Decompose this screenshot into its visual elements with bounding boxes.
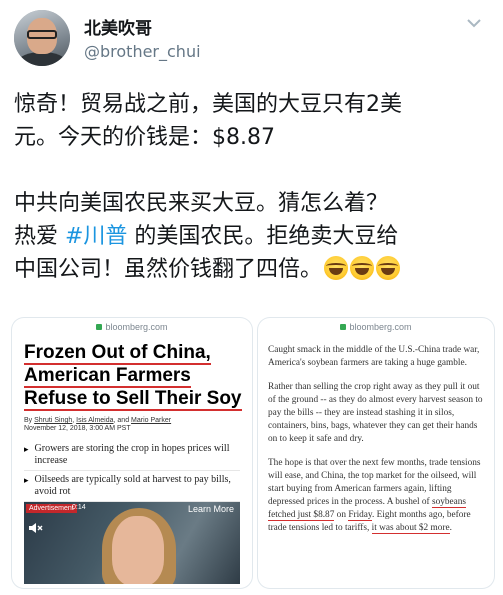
lock-icon [96,324,103,330]
mute-icon[interactable] [28,522,44,534]
tweet-line: 热爱 #川普 的美国农民。拒绝卖大豆给 [14,224,399,249]
article-bullets: ▸ Growers are storing the crop in hopes p… [24,440,240,502]
tweet-line: 中国公司！虽然价钱翻了四倍。 [14,253,494,286]
triangle-icon: ▸ [24,444,29,454]
article-body: Caught smack in the middle of the U.S.-C… [268,344,484,535]
url-bar: bloomberg.com [12,318,252,336]
avatar[interactable] [14,10,70,66]
laughing-emoji-icon [324,256,349,280]
article-date: November 12, 2018, 3:00 AM PST [24,425,131,432]
tweet-text: 惊奇！贸易战之前，美国的大豆只有2美 元。今天的价钱是：$8.87 中共向美国农… [14,88,494,286]
laughing-emoji-icon [350,256,375,280]
url-bar: bloomberg.com [258,318,494,336]
tweet-line: 元。今天的价钱是：$8.87 [14,125,275,150]
learn-more-link[interactable]: Learn More [188,504,234,514]
tweet-line: 中共向美国农民来买大豆。猜怎么着？ [14,191,389,216]
article-headline: Frozen Out of China, American Farmers Re… [24,342,242,411]
article-image-left[interactable]: bloomberg.com Frozen Out of China, Ameri… [12,318,252,588]
laughing-emoji-icon [376,256,401,280]
triangle-icon: ▸ [24,475,29,485]
lock-icon [340,324,347,330]
display-name[interactable]: 北美吹哥 [84,14,152,39]
article-image-right[interactable]: bloomberg.com Caught smack in the middle… [258,318,494,588]
video-player[interactable]: Advertisement 0:14 Learn More [24,502,240,584]
hashtag-link[interactable]: #川普 [65,224,127,249]
bullet-item: ▸ Oilseeds are typically sold at harvest … [24,471,240,502]
article-paragraph: Caught smack in the middle of the U.S.-C… [268,345,480,368]
chevron-down-icon[interactable] [463,12,485,34]
video-time: 0:14 [72,504,86,511]
tweet-line: 惊奇！贸易战之前，美国的大豆只有2美 [14,92,402,117]
user-handle[interactable]: @brother_chui [84,42,201,61]
article-byline: By Shruti Singh, Isis Almeida, and Mario… [24,417,172,424]
advertisement-badge: Advertisement [26,504,77,513]
article-paragraph: The hope is that over the next few month… [268,458,481,534]
article-paragraph: Rather than selling the crop right away … [268,382,483,444]
bullet-item: ▸ Growers are storing the crop in hopes p… [24,440,240,471]
